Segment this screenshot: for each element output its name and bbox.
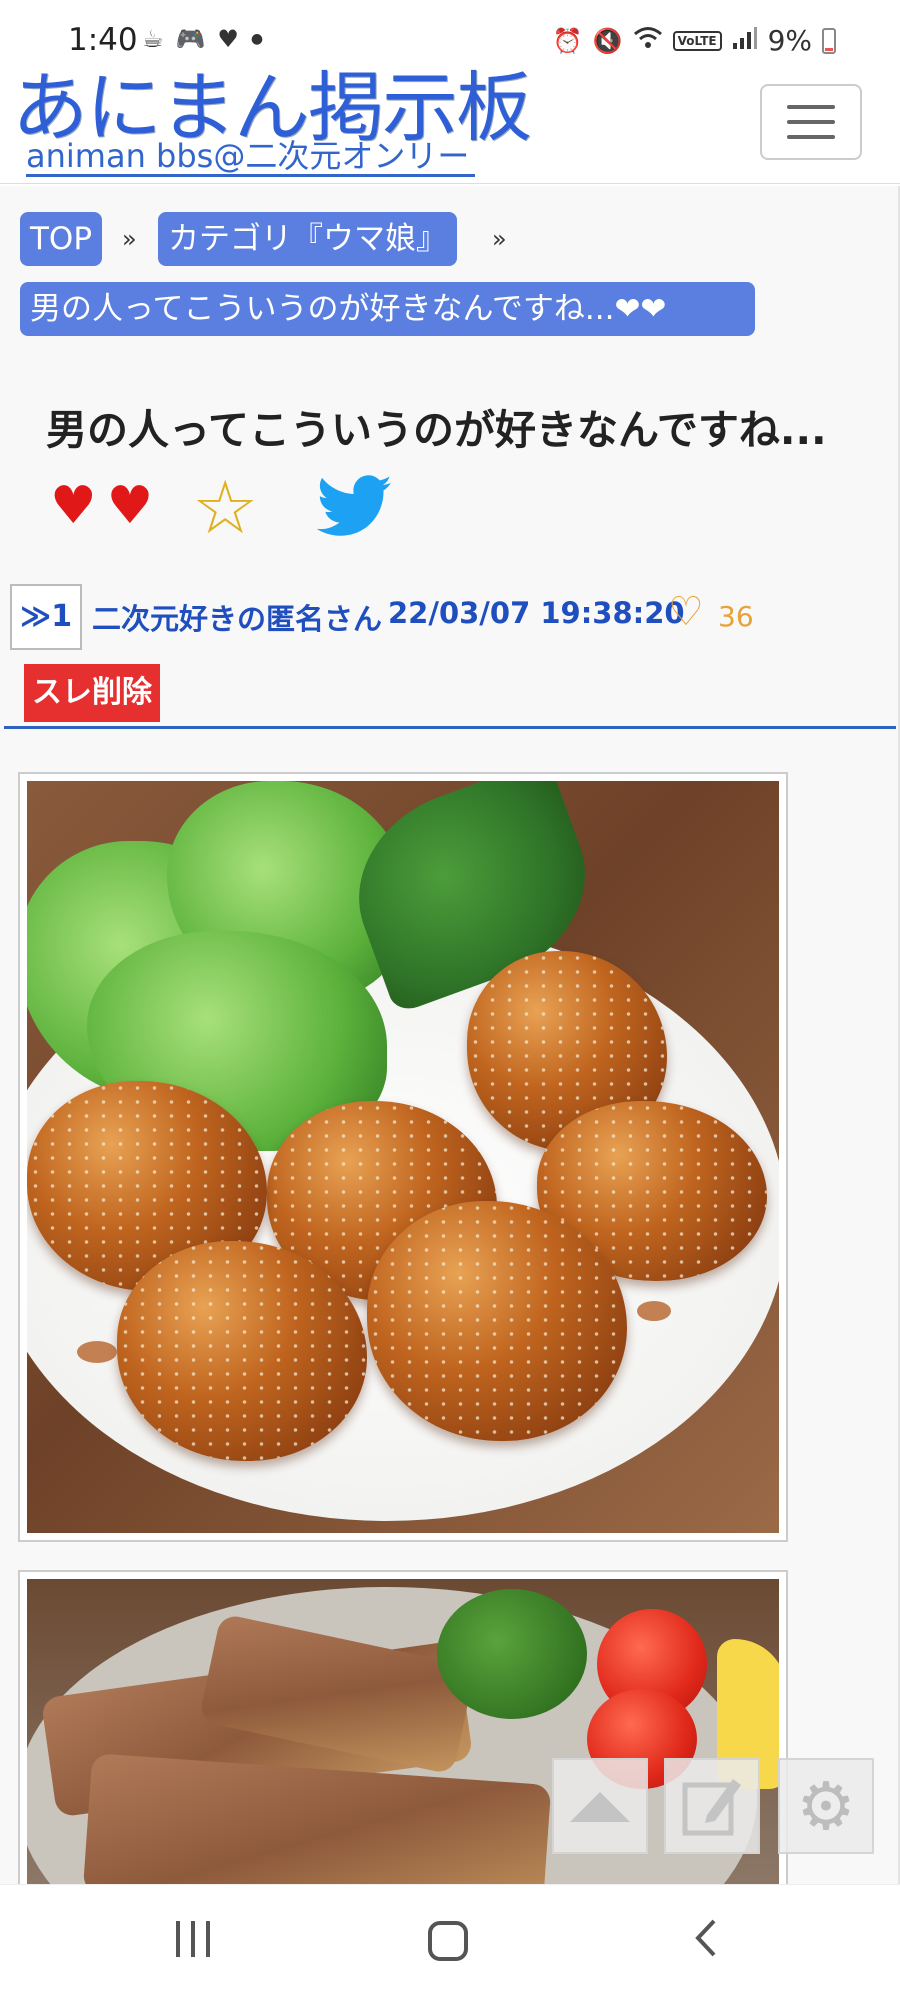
hamburger-line [787, 120, 835, 124]
signal-icon [732, 26, 758, 56]
battery-percent: 9% [767, 24, 812, 57]
recent-apps-icon [176, 1921, 180, 1957]
post-number[interactable]: ≫1 [10, 584, 82, 650]
gear-icon: ⚙ [796, 1767, 856, 1845]
breadcrumb-top[interactable]: TOP [20, 212, 103, 266]
dot-icon: ● [250, 31, 264, 47]
post-date: 22/03/07 19:38:20 [388, 596, 685, 630]
recent-bar [206, 1921, 210, 1957]
twitter-icon [316, 475, 392, 536]
post-header: ≫1 二次元好きの匿名さん 22/03/07 19:38:20 ♡ 36 [0, 584, 900, 674]
heart-reaction-button[interactable]: ♥ ♥ [50, 476, 153, 536]
hamburger-line [787, 135, 835, 139]
like-heart-icon[interactable]: ♡ [668, 590, 704, 634]
site-header: あにまん掲示板 animan bbs@二次元オンリー [0, 66, 900, 184]
back-button[interactable] [690, 1915, 720, 1968]
recent-bar [191, 1921, 195, 1957]
volte-icon: VoLTE [672, 30, 722, 51]
post-divider [4, 726, 896, 729]
alarm-icon: ⏰ [552, 26, 583, 55]
twitter-share-button[interactable] [312, 468, 398, 544]
heart-icon: ♥ [217, 25, 239, 53]
breadcrumb-category[interactable]: カテゴリ『ウマ娘』 [158, 212, 457, 266]
favorite-star-button[interactable]: ☆ [192, 468, 258, 548]
delete-thread-button[interactable]: スレ削除 [24, 664, 160, 722]
notification-icons: ☕ 🎮 ♥ ● [142, 26, 263, 52]
heart-icon: ♥ [106, 476, 154, 536]
back-icon [695, 1919, 716, 1957]
edit-icon [682, 1779, 741, 1836]
parsley [437, 1589, 587, 1719]
content-column: TOP » カテゴリ『ウマ娘』 » 男の人ってこういうのが好きなんですね...❤… [0, 186, 900, 1884]
compose-button[interactable] [664, 1758, 760, 1854]
menu-button[interactable] [760, 84, 862, 160]
cup-icon: ☕ [142, 25, 164, 53]
home-button[interactable] [428, 1921, 468, 1961]
system-icons: ⏰ 🔇 VoLTE 9% [553, 24, 836, 57]
settings-button[interactable]: ⚙ [778, 1758, 874, 1854]
breadcrumb-current[interactable]: 男の人ってこういうのが好きなんですね...❤❤ [20, 282, 755, 336]
site-subtitle: animan bbs@二次元オンリー [26, 138, 476, 177]
battery-icon [822, 27, 836, 54]
android-nav-bar [0, 1884, 900, 2000]
sauce-drop [637, 1301, 671, 1321]
food-photo [27, 781, 779, 1533]
breadcrumb-separator: » [122, 225, 137, 253]
wifi-icon [633, 25, 663, 57]
sauce-drop [77, 1341, 117, 1363]
heart-icon: ♥ [50, 476, 97, 536]
arrow-up-icon [570, 1792, 630, 1822]
status-time: 1:40 [68, 22, 138, 58]
status-bar: 1:40 ☕ 🎮 ♥ ● ⏰ 🔇 VoLTE 9% [0, 0, 900, 66]
post-author: 二次元好きの匿名さん [92, 602, 383, 636]
like-count: 36 [718, 600, 754, 633]
post-image-pork-rolls[interactable] [18, 772, 788, 1542]
gamepad-icon: 🎮 [175, 25, 206, 53]
hamburger-icon [787, 105, 835, 109]
main-content: TOP » カテゴリ『ウマ娘』 » 男の人ってこういうのが好きなんですね...❤… [0, 186, 900, 1884]
scroll-top-button[interactable] [552, 1758, 648, 1854]
thread-title: 男の人ってこういうのが好きなんですね... [46, 406, 827, 454]
mute-icon: 🔇 [592, 26, 623, 55]
recent-apps-button[interactable] [176, 1921, 210, 1957]
breadcrumb-separator: » [492, 225, 507, 253]
